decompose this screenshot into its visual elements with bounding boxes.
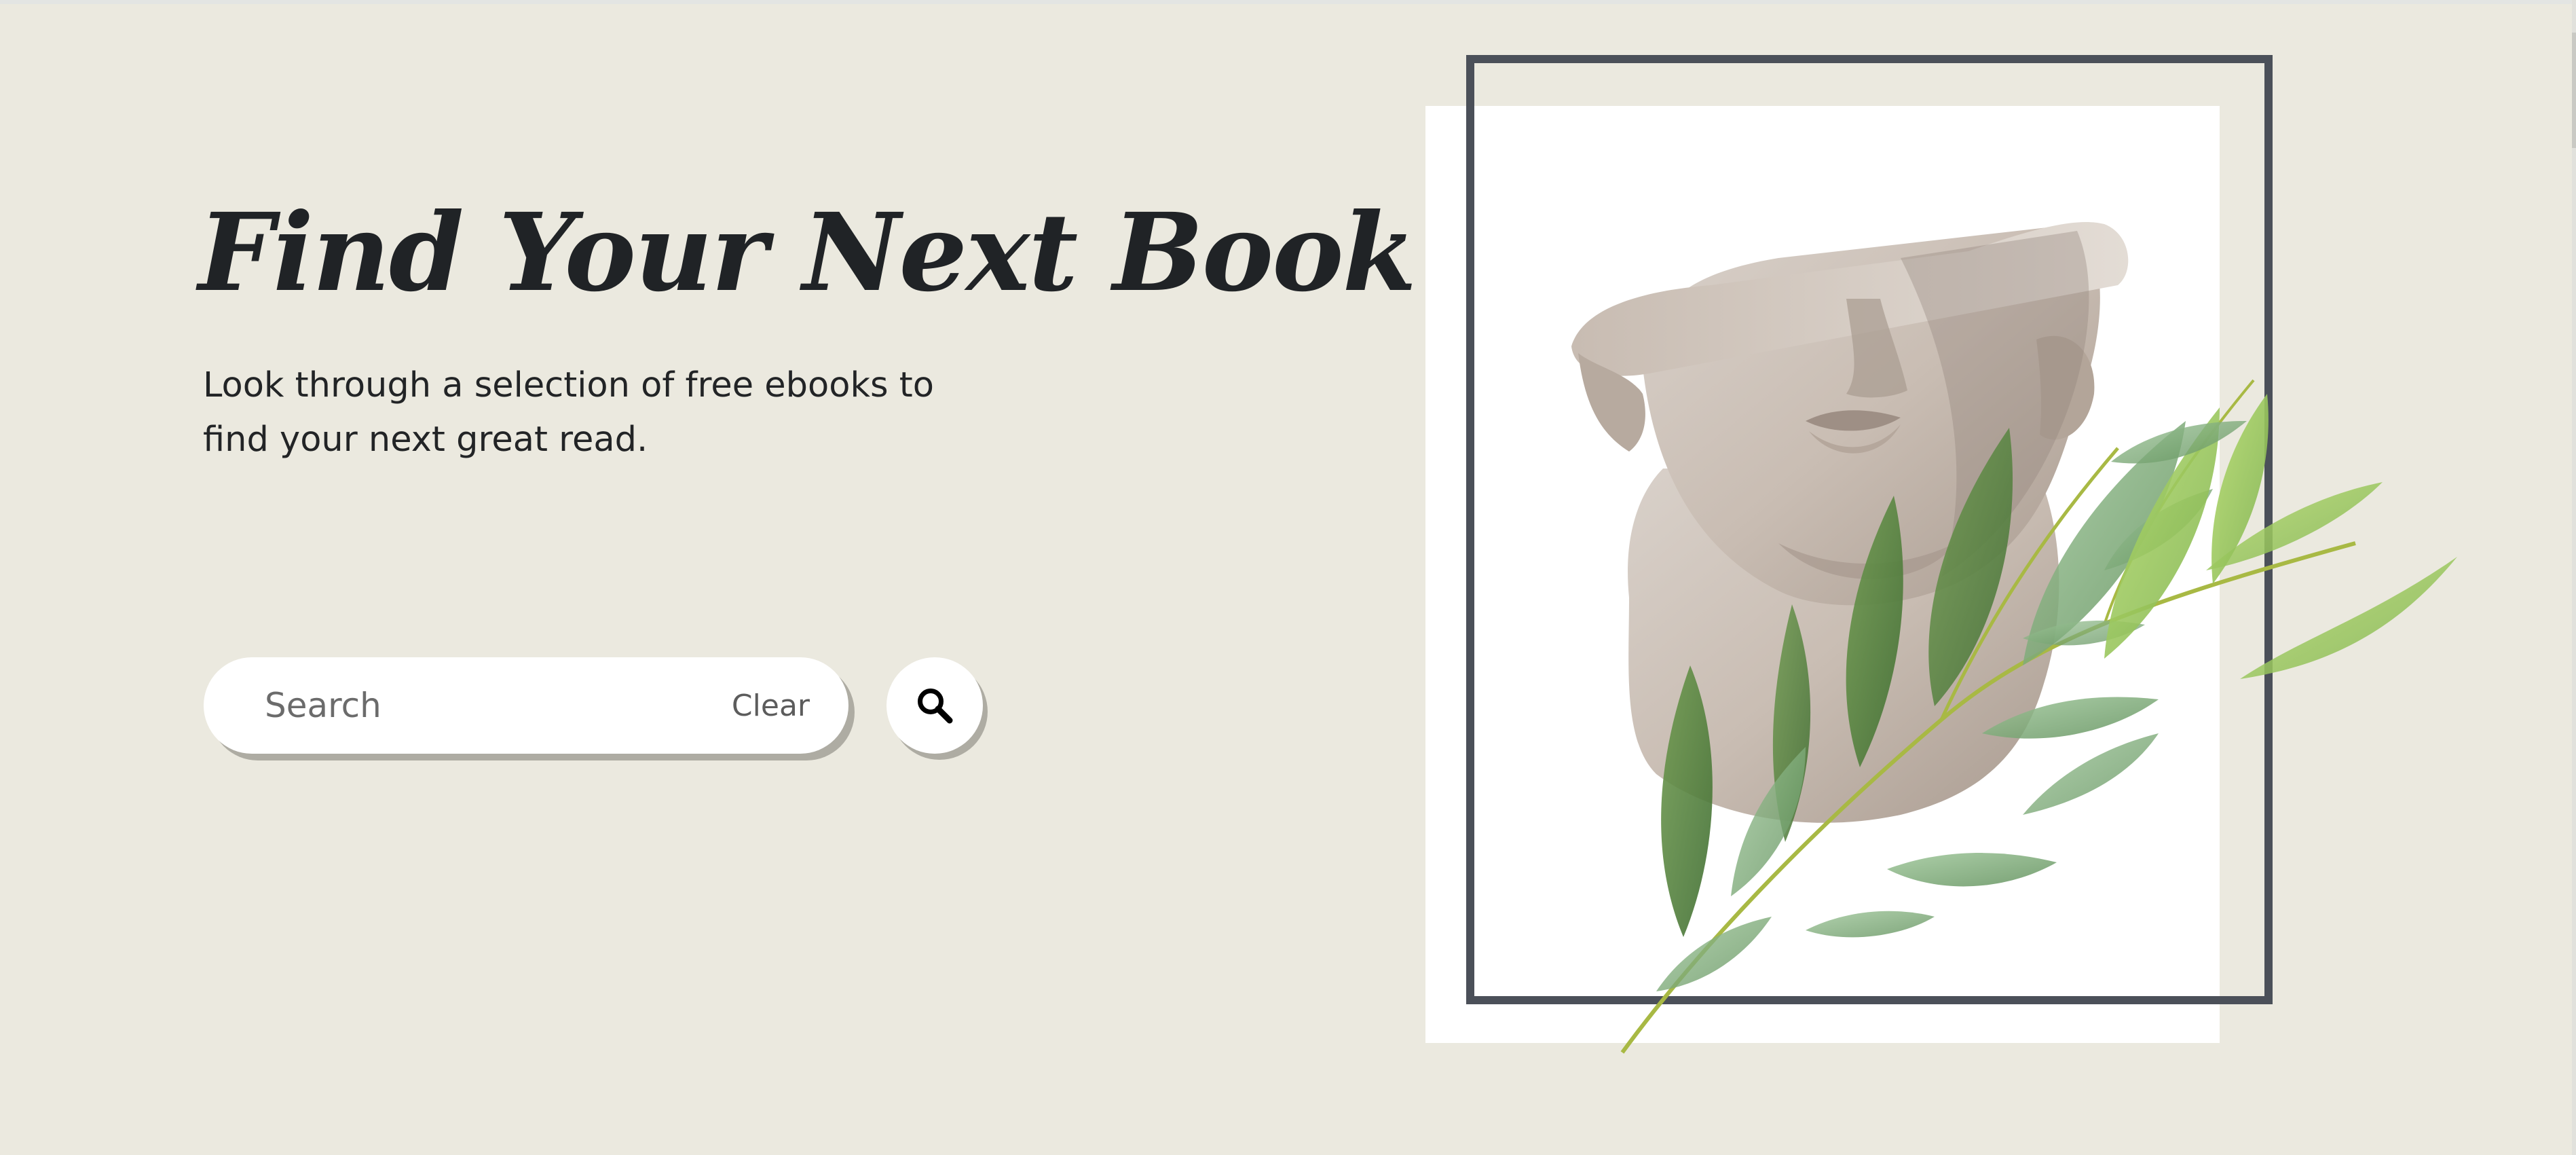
scrollbar-thumb[interactable]	[2572, 33, 2576, 148]
scrollbar[interactable]	[2572, 0, 2576, 1155]
hero-illustration	[1425, 54, 2467, 1059]
clear-button[interactable]: Clear	[732, 684, 810, 728]
search-bar: Clear	[204, 657, 848, 754]
statue-illustration	[1425, 55, 2457, 1054]
search-input[interactable]	[265, 680, 672, 731]
search-button[interactable]	[886, 657, 983, 754]
page-subtitle: Look through a selection of free ebooks …	[203, 365, 934, 460]
search-icon	[918, 689, 953, 724]
page-title: Find Your Next Book	[198, 190, 1417, 316]
hero-section: Find Your Next Book Look through a selec…	[0, 0, 2576, 1155]
